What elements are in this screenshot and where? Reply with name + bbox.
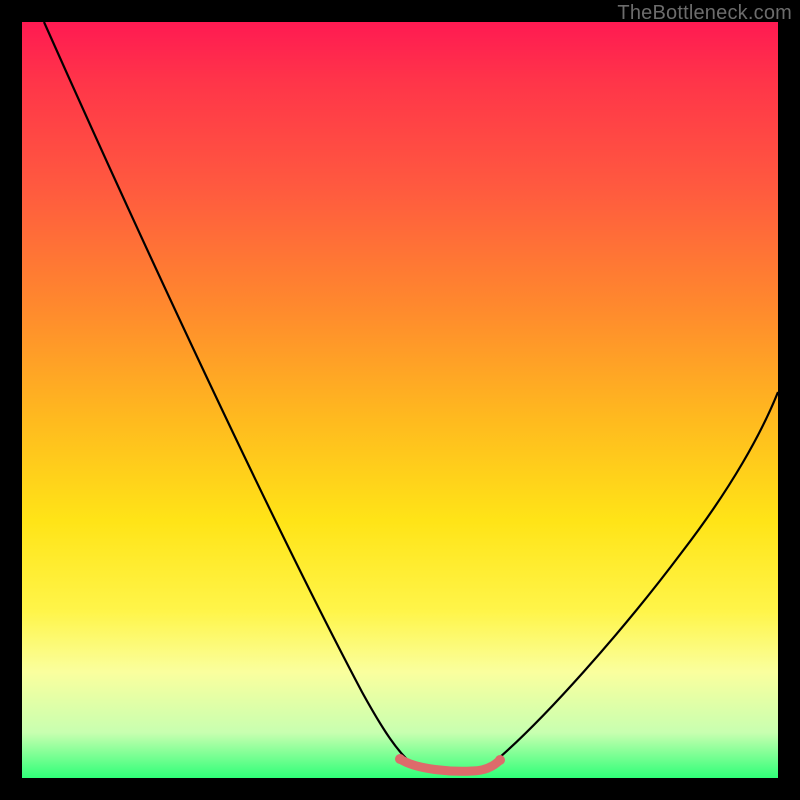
left-curve: [44, 22, 412, 764]
chart-frame: TheBottleneck.com: [0, 0, 800, 800]
valley-marker-dot-right: [495, 755, 505, 765]
curve-svg: [22, 22, 778, 778]
valley-marker-dot-left: [395, 754, 405, 764]
plot-area: [22, 22, 778, 778]
watermark-text: TheBottleneck.com: [617, 2, 792, 25]
right-curve: [492, 392, 778, 764]
valley-marker: [400, 759, 500, 771]
